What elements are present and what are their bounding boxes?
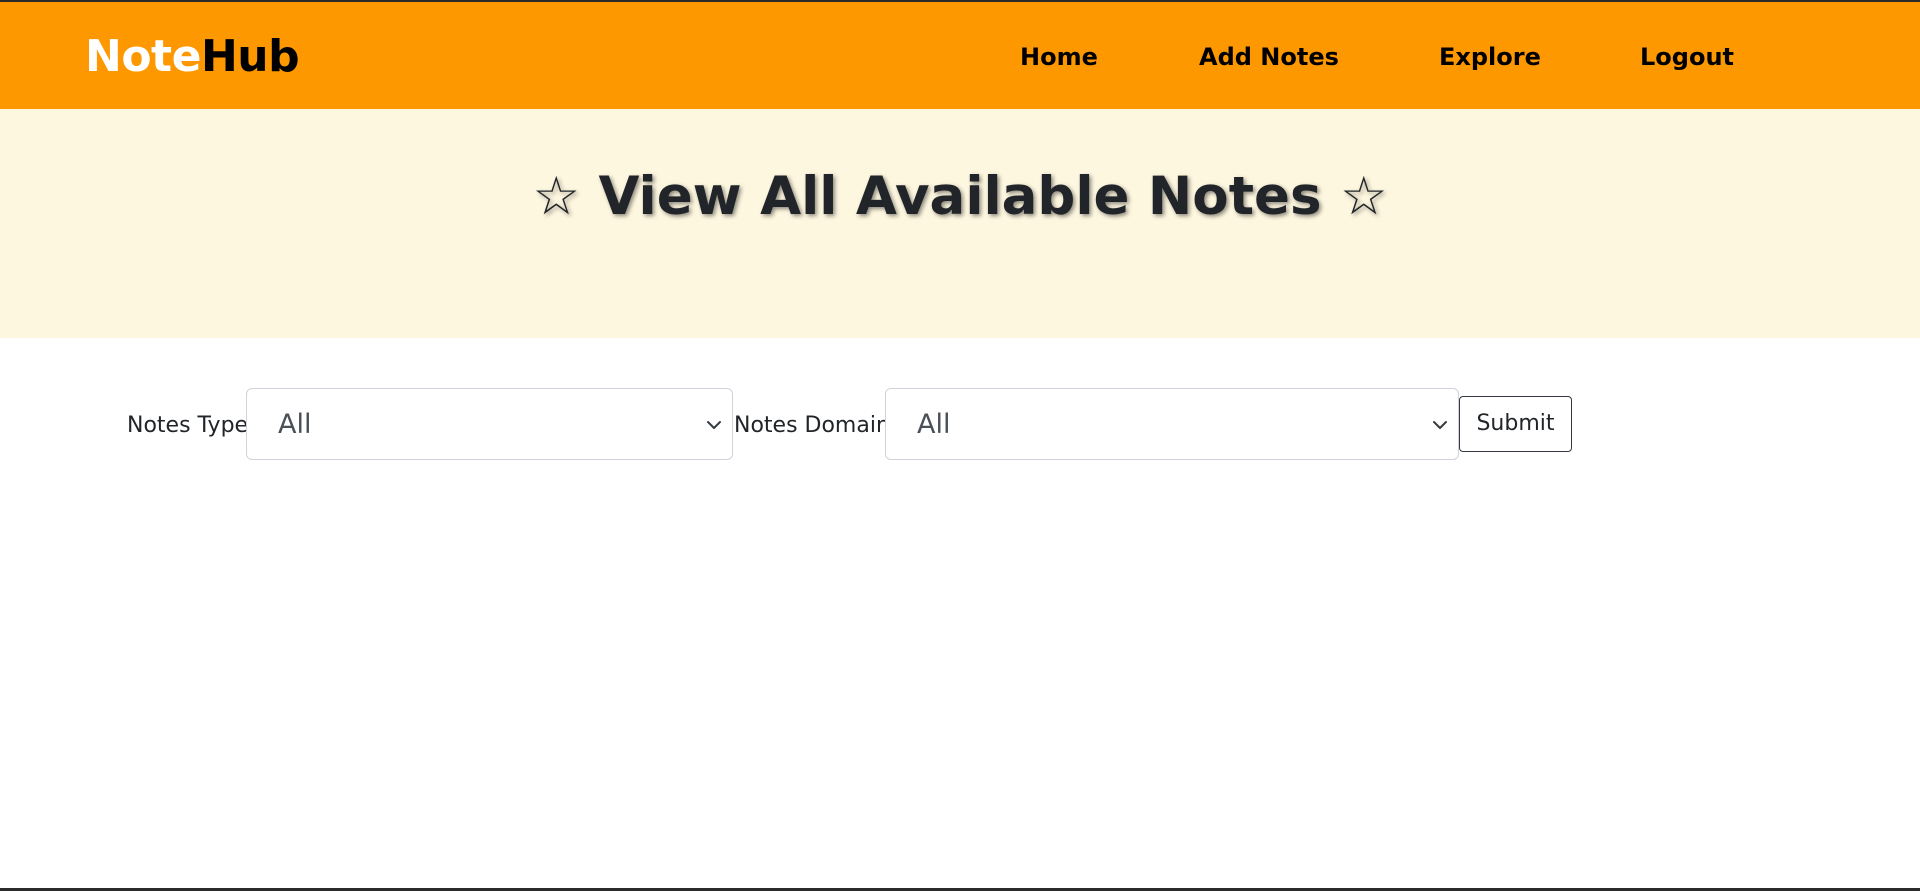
nav-link-add-notes[interactable]: Add Notes [1199, 42, 1339, 72]
submit-button[interactable]: Submit [1459, 396, 1572, 452]
navbar: NoteHub Home Add Notes Explore Logout [0, 2, 1920, 109]
notes-type-selected-value: All [278, 409, 312, 440]
chevron-down-icon [707, 421, 721, 429]
notes-type-select[interactable]: All [246, 388, 733, 460]
page-title: ☆ View All Available Notes ☆ [532, 166, 1388, 227]
notes-domain-select[interactable]: All [885, 388, 1459, 460]
hero-banner: ☆ View All Available Notes ☆ [0, 109, 1920, 338]
notes-type-label: Notes Type [127, 413, 249, 438]
nav-link-explore[interactable]: Explore [1439, 42, 1541, 72]
page: NoteHub Home Add Notes Explore Logout ☆ … [0, 0, 1920, 891]
notes-domain-label: Notes Domain [734, 413, 890, 438]
nav-link-logout[interactable]: Logout [1640, 42, 1734, 72]
chevron-down-icon [1433, 421, 1447, 429]
nav-link-home[interactable]: Home [1020, 42, 1098, 72]
brand-logo-part1: Note [85, 31, 201, 82]
brand-logo[interactable]: NoteHub [85, 31, 300, 82]
notes-domain-selected-value: All [917, 409, 951, 440]
brand-logo-part2: Hub [200, 31, 300, 82]
